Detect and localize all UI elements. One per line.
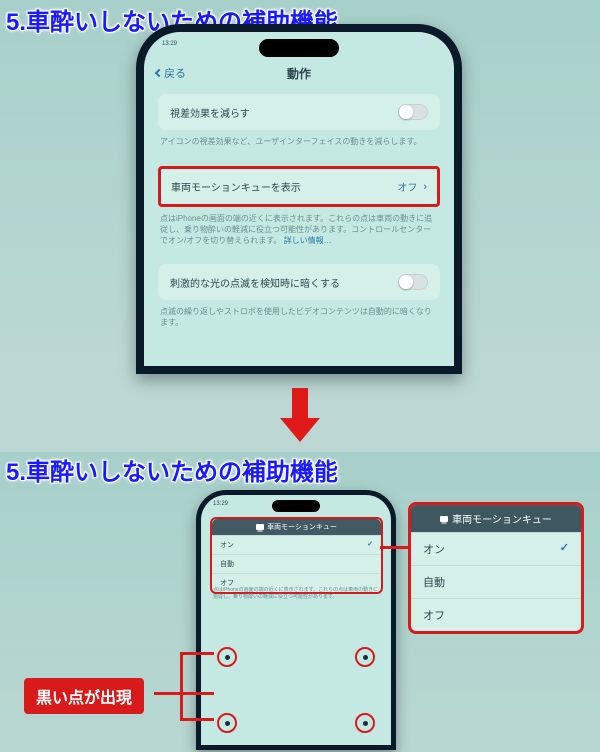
zoom-header: 車両モーションキュー: [411, 505, 581, 532]
car-icon: [256, 524, 264, 530]
connector-line: [154, 692, 214, 695]
option-on[interactable]: オン ✓: [212, 535, 381, 554]
settings-screen: 13:29 戻る 動作 視差効果を減らす アイコンの視差効果など、ユーザインター…: [144, 32, 454, 366]
connector-line: [180, 692, 183, 720]
dim-flashing-row[interactable]: 刺激的な光の点滅を検知時に暗くする: [158, 264, 440, 300]
section-title-bottom: 5.車酔いしないための補助機能: [6, 452, 338, 487]
down-arrow-icon: [280, 388, 320, 448]
chevron-left-icon: [155, 69, 163, 77]
connector-line: [180, 652, 183, 694]
vehicle-motion-cues-value: オフ: [397, 179, 417, 194]
motion-cues-screen: 13:29 車両モーションキュー オン ✓ 自動 オフ 点はiPhoneの画面の…: [201, 495, 391, 745]
motion-dot-bl: [217, 713, 237, 733]
dim-flashing-label: 刺激的な光の点滅を検知時に暗くする: [170, 275, 340, 290]
nav-bar: 戻る 動作: [144, 60, 454, 86]
status-clock-2: 13:29: [213, 501, 228, 507]
connector-line: [180, 652, 214, 655]
phone-mockup-bottom: 13:29 車両モーションキュー オン ✓ 自動 オフ 点はiPhoneの画面の…: [196, 490, 396, 750]
vehicle-motion-cues-label: 車両モーションキューを表示: [171, 179, 301, 194]
motion-dot-tl: [217, 647, 237, 667]
back-label: 戻る: [164, 65, 186, 81]
chevron-right-icon: ›: [423, 181, 427, 193]
zoom-option-on[interactable]: オン ✓: [411, 532, 581, 565]
status-clock: 13:29: [162, 41, 177, 47]
vehicle-motion-cues-row[interactable]: 車両モーションキューを表示 オフ ›: [158, 166, 440, 207]
motion-cues-menu-header: 車両モーションキュー: [212, 519, 381, 535]
phone-mockup-top: 13:29 戻る 動作 視差効果を減らす アイコンの視差効果など、ユーザインター…: [136, 24, 462, 374]
nav-title: 動作: [287, 65, 311, 82]
dots-callout: 黒い点が出現: [24, 678, 144, 714]
zoom-option-off[interactable]: オフ: [411, 598, 581, 631]
dim-flashing-toggle[interactable]: [398, 274, 428, 290]
motion-cues-menu-zoom: 車両モーションキュー オン ✓ 自動 オフ: [408, 502, 584, 634]
zoom-option-auto[interactable]: 自動: [411, 565, 581, 598]
car-icon: [440, 516, 448, 522]
connector-line: [380, 546, 410, 549]
vehicle-motion-cues-desc: 点はiPhoneの画面の端の近くに表示されます。これらの点は車両の動きに追従し、…: [158, 207, 440, 247]
dynamic-island: [259, 39, 339, 57]
reduce-motion-desc: アイコンの視差効果など、ユーザインターフェイスの動きを減らします。: [158, 130, 440, 147]
option-auto[interactable]: 自動: [212, 554, 381, 573]
dynamic-island-2: [272, 500, 320, 512]
back-button[interactable]: 戻る: [156, 65, 186, 81]
check-icon: ✓: [560, 541, 569, 557]
motion-cues-desc: 点はiPhoneの画面の端の近くに表示されます。これらの点は車両の動きに追従し、…: [213, 587, 379, 600]
motion-dot-tr: [355, 647, 375, 667]
reduce-motion-label: 視差効果を減らす: [170, 105, 250, 120]
connector-line: [180, 718, 214, 721]
reduce-motion-toggle[interactable]: [398, 104, 428, 120]
reduce-motion-row[interactable]: 視差効果を減らす: [158, 94, 440, 130]
motion-dot-br: [355, 713, 375, 733]
check-icon: ✓: [367, 540, 373, 550]
motion-cues-menu: 車両モーションキュー オン ✓ 自動 オフ: [210, 517, 383, 594]
more-info-link[interactable]: 詳しい情報…: [284, 236, 332, 245]
dim-flashing-desc: 点滅の繰り返しやストロボを使用したビデオコンテンツは自動的に暗くなります。: [158, 300, 440, 328]
